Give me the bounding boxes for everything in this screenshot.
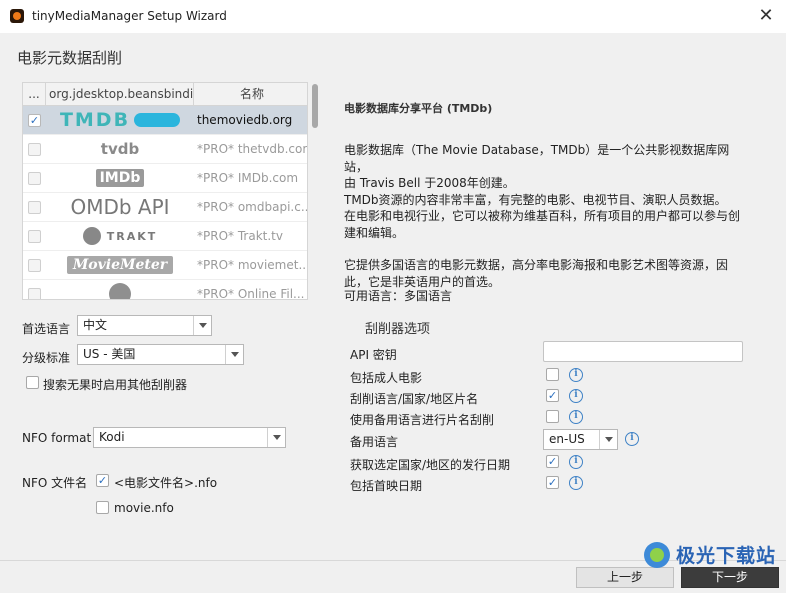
moviemeter-logo: MovieMeter bbox=[46, 251, 194, 279]
nfo-filename-option2-label: movie.nfo bbox=[114, 501, 174, 515]
scraper-name: themoviedb.org bbox=[197, 113, 293, 127]
column-header-logo[interactable]: org.jdesktop.beansbindi... bbox=[46, 83, 194, 105]
nfo-format-select[interactable]: Kodi bbox=[93, 427, 286, 448]
watermark-text: 极光下载站 bbox=[675, 545, 776, 567]
nfo-format-label: NFO format bbox=[22, 431, 92, 445]
scrollbar-thumb[interactable] bbox=[312, 84, 318, 128]
scraper-name: *PRO* omdbapi.c... bbox=[197, 200, 307, 214]
scraper-name: *PRO* thetvdb.com bbox=[197, 142, 307, 156]
table-scrollbar[interactable] bbox=[311, 82, 320, 300]
api-key-input[interactable] bbox=[543, 341, 743, 362]
scraper-options-title: 刮削器选项 bbox=[365, 322, 431, 337]
scrape-language-names-checkbox[interactable]: ✓ bbox=[546, 389, 559, 402]
info-icon[interactable]: i bbox=[569, 410, 583, 424]
window-title: tinyMediaManager Setup Wizard bbox=[32, 9, 227, 23]
fallback-scraper-label: 搜索无果时启用其他刮削器 bbox=[43, 378, 188, 392]
info-icon[interactable]: i bbox=[569, 455, 583, 469]
online-filmy-logo bbox=[46, 280, 194, 299]
chevron-down-icon bbox=[193, 316, 211, 335]
available-languages: 可用语言：多国语言 bbox=[344, 289, 453, 303]
table-row[interactable]: IMDb *PRO* IMDb.com bbox=[23, 164, 307, 193]
chevron-down-icon bbox=[599, 430, 617, 449]
column-header-check[interactable]: ... bbox=[23, 83, 46, 105]
include-adult-checkbox[interactable] bbox=[546, 368, 559, 381]
table-row[interactable]: TRAKT *PRO* Trakt.tv bbox=[23, 222, 307, 251]
info-icon[interactable]: i bbox=[569, 368, 583, 382]
row-checkbox[interactable] bbox=[28, 287, 41, 299]
fallback-language-label: 备用语言 bbox=[350, 435, 399, 449]
column-header-name[interactable]: 名称 bbox=[194, 83, 307, 105]
fallback-scraper-checkbox[interactable] bbox=[26, 376, 39, 389]
info-icon[interactable]: i bbox=[569, 389, 583, 403]
title-bar: tinyMediaManager Setup Wizard ✕ bbox=[0, 0, 786, 33]
premiere-date-label: 包括首映日期 bbox=[350, 479, 423, 493]
scraper-name: *PRO* IMDb.com bbox=[197, 171, 299, 185]
description-paragraph: 电影数据库（The Movie Database，TMDb）是一个公共影视数据库… bbox=[344, 143, 741, 240]
film-reel-icon bbox=[109, 283, 131, 299]
watermark: 极光下载站 bbox=[643, 541, 776, 568]
imdb-logo: IMDb bbox=[46, 164, 194, 192]
chevron-down-icon bbox=[267, 428, 285, 447]
scraper-name: *PRO* Trakt.tv bbox=[197, 229, 283, 243]
tvdb-logo: tvdb bbox=[100, 140, 140, 158]
info-icon[interactable]: i bbox=[569, 476, 583, 490]
page-title: 电影元数据刮削 bbox=[17, 49, 123, 67]
row-checkbox[interactable] bbox=[28, 258, 41, 272]
app-logo-icon bbox=[10, 9, 24, 23]
table-row[interactable]: tvdb *PRO* thetvdb.com bbox=[23, 135, 307, 164]
table-row[interactable]: MovieMeter *PRO* moviemet... bbox=[23, 251, 307, 280]
scraper-name: *PRO* Online Fil... bbox=[197, 287, 305, 300]
nfo-filename-option1-label: <电影文件名>.nfo bbox=[114, 476, 218, 490]
chevron-down-icon bbox=[225, 345, 243, 364]
scraper-table: ... org.jdesktop.beansbindi... 名称 ✓ TMDB… bbox=[22, 82, 308, 300]
close-button[interactable]: ✕ bbox=[756, 6, 776, 26]
scraper-description: 电影数据库（The Movie Database，TMDb）是一个公共影视数据库… bbox=[344, 142, 744, 306]
info-icon[interactable]: i bbox=[625, 432, 639, 446]
table-row[interactable]: OMDb API *PRO* omdbapi.c... bbox=[23, 193, 307, 222]
preferred-language-select[interactable]: 中文 bbox=[77, 315, 212, 336]
scraper-description-title: 电影数据库分享平台 (TMDb) bbox=[344, 102, 493, 115]
api-key-label: API 密钥 bbox=[350, 348, 397, 362]
preferred-language-label: 首选语言 bbox=[22, 322, 71, 336]
previous-button[interactable]: 上一步 bbox=[576, 567, 674, 588]
fallback-language-scrape-label: 使用备用语言进行片名刮削 bbox=[350, 413, 495, 427]
omdb-logo: OMDb API bbox=[70, 195, 170, 219]
rating-standard-label: 分级标准 bbox=[22, 351, 71, 365]
scrape-language-names-label: 刮削语言/国家/地区片名 bbox=[350, 392, 479, 406]
row-checkbox[interactable] bbox=[28, 200, 41, 214]
row-checkbox[interactable]: ✓ bbox=[28, 113, 41, 127]
row-checkbox[interactable] bbox=[28, 229, 41, 243]
trakt-logo: TRAKT bbox=[46, 222, 194, 250]
row-checkbox[interactable] bbox=[28, 142, 41, 156]
nfo-filename-option1-checkbox[interactable]: ✓ bbox=[96, 474, 109, 487]
watermark-logo-icon bbox=[643, 541, 670, 568]
table-header: ... org.jdesktop.beansbindi... 名称 bbox=[23, 83, 307, 106]
next-button[interactable]: 下一步 bbox=[681, 567, 779, 588]
tmdb-logo: TMDB bbox=[46, 106, 194, 134]
scraper-name: *PRO* moviemet... bbox=[197, 258, 307, 272]
rating-standard-select[interactable]: US - 美国 bbox=[77, 344, 244, 365]
include-adult-label: 包括成人电影 bbox=[350, 371, 423, 385]
row-checkbox[interactable] bbox=[28, 171, 41, 185]
nfo-filename-label: NFO 文件名 bbox=[22, 476, 88, 490]
setup-wizard-window: tinyMediaManager Setup Wizard ✕ 电影元数据刮削 … bbox=[0, 0, 786, 593]
release-date-label: 获取选定国家/地区的发行日期 bbox=[350, 458, 511, 472]
release-date-checkbox[interactable]: ✓ bbox=[546, 455, 559, 468]
premiere-date-checkbox[interactable]: ✓ bbox=[546, 476, 559, 489]
fallback-language-scrape-checkbox[interactable] bbox=[546, 410, 559, 423]
table-row[interactable]: ✓ TMDB themoviedb.org bbox=[23, 106, 307, 135]
trakt-icon bbox=[82, 227, 101, 245]
fallback-language-select[interactable]: en-US bbox=[543, 429, 618, 450]
description-paragraph: 它提供多国语言的电影元数据，高分率电影海报和电影艺术图等资源，因 此，它是非英语… bbox=[344, 258, 729, 289]
nfo-filename-option2-checkbox[interactable] bbox=[96, 501, 109, 514]
table-row[interactable]: *PRO* Online Fil... bbox=[23, 280, 307, 300]
